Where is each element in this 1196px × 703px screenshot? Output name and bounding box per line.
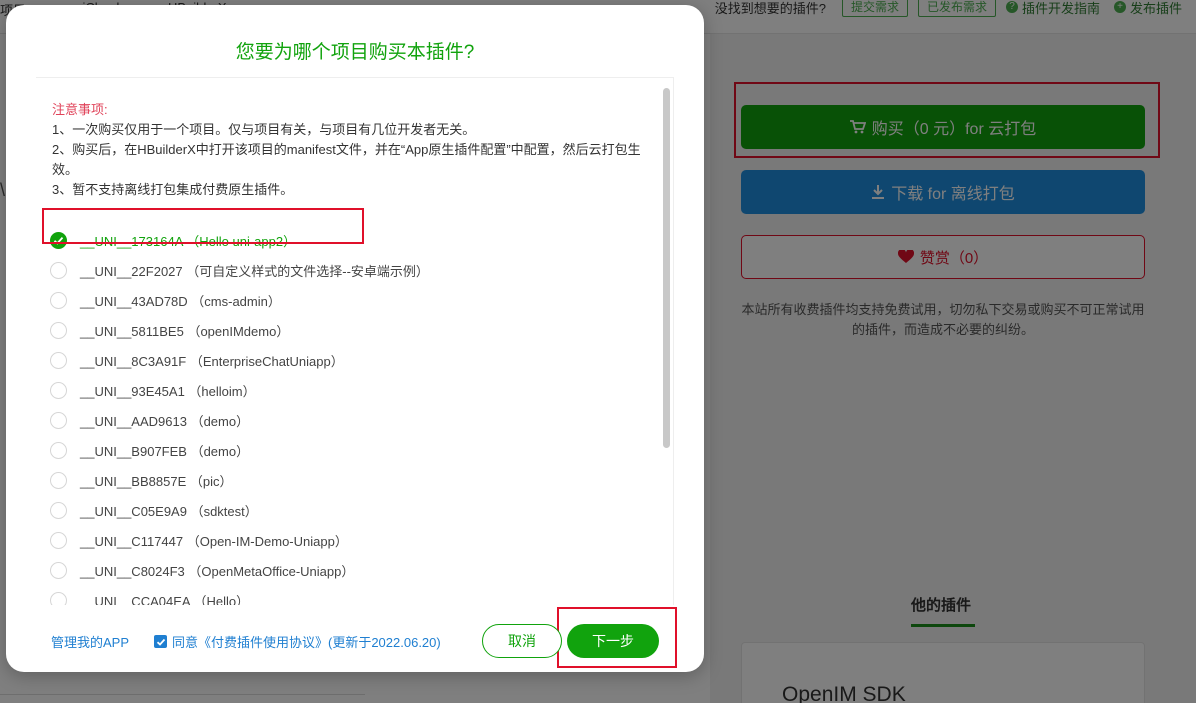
check-icon bbox=[156, 638, 165, 646]
project-option[interactable]: __UNI__CCA04EA （Hello） bbox=[50, 585, 650, 605]
project-option[interactable]: __UNI__8C3A91F （EnterpriseChatUniapp） bbox=[50, 345, 650, 375]
radio-icon[interactable] bbox=[50, 441, 67, 459]
project-option[interactable]: __UNI__93E45A1 （helloim） bbox=[50, 375, 650, 405]
project-option[interactable]: __UNI__C8024F3 （OpenMetaOffice-Uniapp） bbox=[50, 555, 650, 585]
project-option-label: __UNI__B907FEB （demo） bbox=[80, 443, 250, 459]
radio-icon[interactable] bbox=[50, 411, 67, 429]
radio-icon[interactable] bbox=[50, 291, 67, 309]
project-option-label: __UNI__5811BE5 （openIMdemo） bbox=[80, 323, 290, 339]
modal-scroll-area[interactable]: 注意事项: 1、一次购买仅用于一个项目。仅与项目有关，与项目有几位开发者无关。 … bbox=[36, 77, 674, 605]
note-3: 3、暂不支持离线打包集成付费原生插件。 bbox=[52, 182, 294, 197]
project-option[interactable]: __UNI__22F2027 （可自定义样式的文件选择--安卓端示例） bbox=[50, 255, 650, 285]
radio-icon[interactable] bbox=[50, 321, 67, 339]
radio-icon[interactable] bbox=[50, 351, 67, 369]
cancel-button[interactable]: 取消 bbox=[482, 624, 562, 658]
select-project-modal: 您要为哪个项目购买本插件? 注意事项: 1、一次购买仅用于一个项目。仅与项目有关… bbox=[6, 5, 704, 672]
project-option[interactable]: __UNI__C117447 （Open-IM-Demo-Uniapp） bbox=[50, 525, 650, 555]
project-option-label: __UNI__8C3A91F （EnterpriseChatUniapp） bbox=[80, 353, 344, 369]
project-option[interactable]: __UNI__B907FEB （demo） bbox=[50, 435, 650, 465]
project-option-label: __UNI__22F2027 （可自定义样式的文件选择--安卓端示例） bbox=[80, 263, 429, 279]
scrollbar-thumb[interactable] bbox=[663, 88, 670, 448]
radio-icon[interactable] bbox=[50, 561, 67, 579]
project-option[interactable]: __UNI__C05E9A9 （sdktest） bbox=[50, 495, 650, 525]
radio-icon[interactable] bbox=[50, 591, 67, 605]
agreement-label[interactable]: 同意《付费插件使用协议》(更新于2022.06.20) bbox=[172, 632, 441, 651]
modal-title: 您要为哪个项目购买本插件? bbox=[235, 42, 475, 63]
note-1: 1、一次购买仅用于一个项目。仅与项目有关，与项目有几位开发者无关。 bbox=[52, 122, 476, 137]
radio-icon[interactable] bbox=[50, 381, 67, 399]
note-2: 2、购买后，在HBuilderX中打开该项目的manifest文件，并在“App… bbox=[52, 142, 641, 177]
project-option[interactable]: __UNI__BB8857E （pic） bbox=[50, 465, 650, 495]
project-option-label: __UNI__BB8857E （pic） bbox=[80, 473, 233, 489]
project-option-label: __UNI__C117447 （Open-IM-Demo-Uniapp） bbox=[80, 533, 348, 549]
project-option-label: __UNI__93E45A1 （helloim） bbox=[80, 383, 256, 399]
radio-icon[interactable] bbox=[50, 471, 67, 489]
notes-title: 注意事项: bbox=[52, 102, 108, 117]
project-option[interactable]: __UNI__5811BE5 （openIMdemo） bbox=[50, 315, 650, 345]
project-list: __UNI__173164A （Hello uni-app2） __UNI__22… bbox=[50, 225, 650, 605]
radio-icon[interactable] bbox=[50, 531, 67, 549]
selected-highlight-box bbox=[42, 208, 364, 244]
project-option-label: __UNI__AAD9613 （demo） bbox=[80, 413, 250, 429]
agreement-toggle[interactable]: 同意《付费插件使用协议》(更新于2022.06.20) bbox=[154, 632, 441, 651]
project-option-label: __UNI__C05E9A9 （sdktest） bbox=[80, 503, 258, 519]
agreement-checkbox[interactable] bbox=[154, 635, 167, 648]
radio-icon[interactable] bbox=[50, 501, 67, 519]
project-option[interactable]: __UNI__AAD9613 （demo） bbox=[50, 405, 650, 435]
project-option-label: __UNI__C8024F3 （OpenMetaOffice-Uniapp） bbox=[80, 563, 355, 579]
project-option-label: __UNI__CCA04EA （Hello） bbox=[80, 593, 250, 606]
manage-app-link[interactable]: 管理我的APP bbox=[51, 632, 129, 651]
radio-icon[interactable] bbox=[50, 261, 67, 279]
project-option-label: __UNI__43AD78D （cms-admin） bbox=[80, 293, 281, 309]
notes: 注意事项: 1、一次购买仅用于一个项目。仅与项目有关，与项目有几位开发者无关。 … bbox=[52, 100, 642, 200]
next-step-button[interactable]: 下一步 bbox=[567, 624, 659, 658]
project-option[interactable]: __UNI__43AD78D （cms-admin） bbox=[50, 285, 650, 315]
